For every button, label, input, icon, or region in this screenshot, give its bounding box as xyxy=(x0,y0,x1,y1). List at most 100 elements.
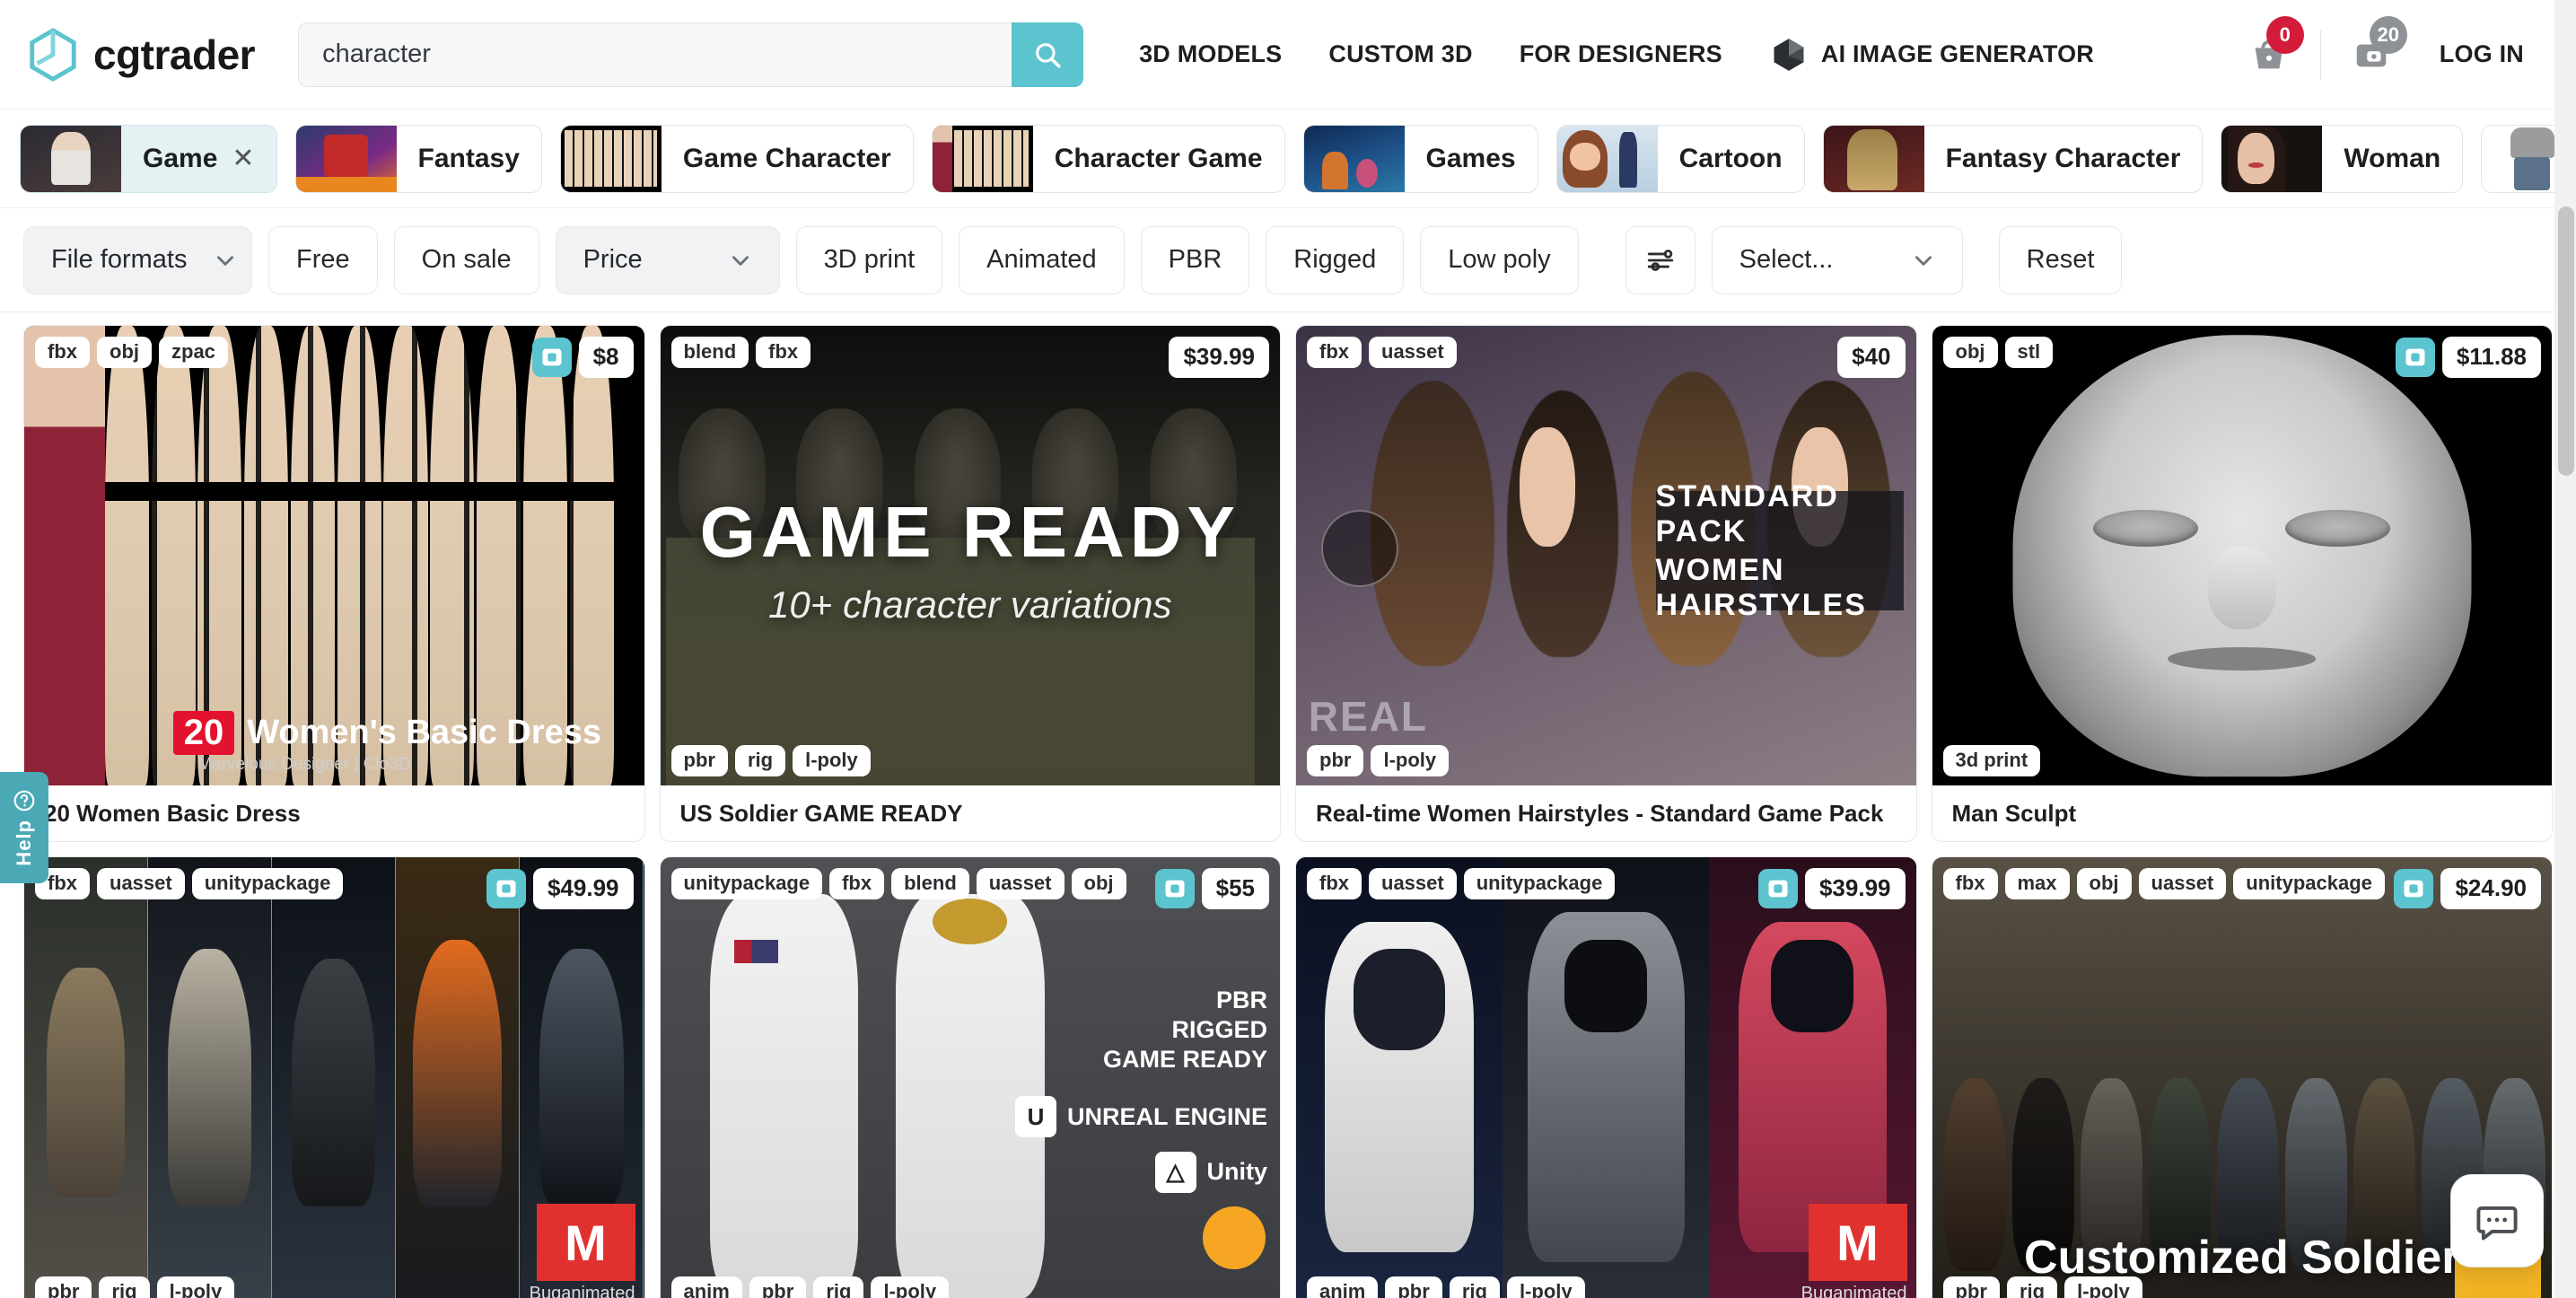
filter-price[interactable]: Price xyxy=(555,225,780,294)
category-chip-row[interactable]: Game ✕ Fantasy Game Character Character … xyxy=(0,110,2576,208)
feature-tag: rig xyxy=(734,744,786,776)
price-group: $39.99 xyxy=(1169,337,1269,378)
filter-free[interactable]: Free xyxy=(268,225,378,294)
chip-close-icon[interactable]: ✕ xyxy=(232,143,276,174)
format-tag: unitypackage xyxy=(1463,868,1616,900)
format-tag: fbx xyxy=(1307,868,1362,900)
advanced-filters-button[interactable] xyxy=(1625,225,1695,294)
artwork-subcaption: Buganimated xyxy=(1801,1284,1907,1298)
card-title[interactable]: Man Sculpt xyxy=(1932,785,2553,841)
card-thumbnail[interactable]: 20 Women's Basic Dress Marvelous Designe… xyxy=(24,326,644,785)
brand-logo-link[interactable]: cgtrader xyxy=(25,27,256,83)
nav-custom-3d[interactable]: CUSTOM 3D xyxy=(1305,40,1495,68)
filter-low-poly[interactable]: Low poly xyxy=(1420,225,1579,294)
filter-pbr[interactable]: PBR xyxy=(1140,225,1250,294)
search-bar xyxy=(298,22,1084,87)
artwork-subcaption: Marvelous Designer | Clo3D xyxy=(197,755,411,774)
chat-widget-button[interactable] xyxy=(2450,1174,2544,1267)
filter-on-sale-label: On sale xyxy=(421,245,512,274)
feature-tag: rig xyxy=(99,1276,150,1298)
card-artwork xyxy=(1503,857,1710,1298)
chip-fantasy-character[interactable]: Fantasy Character xyxy=(1822,124,2204,193)
format-tag: obj xyxy=(97,337,152,369)
artwork-subcaption: 10+ character variations xyxy=(768,583,1172,626)
unreal-engine-label: UNREAL ENGINE xyxy=(1066,1102,1267,1130)
chat-bubble-icon xyxy=(2476,1206,2518,1241)
result-card[interactable]: PBR RIGGED GAME READY U UNREAL ENGINE △ … xyxy=(659,856,1281,1298)
chip-label: Fantasy xyxy=(417,143,520,173)
artwork-caption: PBR xyxy=(1215,987,1267,1014)
card-thumbnail[interactable]: REAL STANDARD PACK WOMEN HAIRSTYLES fbx … xyxy=(1296,326,1916,785)
format-tag: uasset xyxy=(1369,868,1457,900)
sort-select[interactable]: Select... xyxy=(1711,225,1963,294)
search-input[interactable] xyxy=(298,22,1012,87)
card-title[interactable]: Real-time Women Hairstyles - Standard Ga… xyxy=(1296,785,1916,841)
format-tag: obj xyxy=(1942,337,1998,369)
filter-rigged[interactable]: Rigged xyxy=(1266,225,1405,294)
card-title[interactable]: 20 Women Basic Dress xyxy=(24,785,644,841)
format-tag: fbx xyxy=(1307,337,1362,369)
cgtrader-exclusive-icon xyxy=(531,338,572,377)
result-card[interactable]: M Buganimated fbx uasset unitypackage pb… xyxy=(23,856,645,1298)
card-artwork xyxy=(396,857,521,1298)
card-artwork xyxy=(24,857,149,1298)
filter-animated[interactable]: Animated xyxy=(959,225,1125,294)
nav-3d-models[interactable]: 3D MODELS xyxy=(1116,40,1305,68)
card-artwork xyxy=(1932,326,2553,785)
card-thumbnail[interactable]: M Buganimated fbx uasset unitypackage an… xyxy=(1296,857,1916,1298)
cgtrader-exclusive-icon xyxy=(2394,869,2434,908)
card-thumbnail[interactable]: M Buganimated fbx uasset unitypackage pb… xyxy=(24,857,644,1298)
format-tag: blend xyxy=(670,337,749,369)
format-tag: unitypackage xyxy=(191,868,344,900)
chip-game[interactable]: Game ✕ xyxy=(20,124,277,193)
result-card[interactable]: M Buganimated fbx uasset unitypackage an… xyxy=(1295,856,1917,1298)
card-thumbnail[interactable]: PBR RIGGED GAME READY U UNREAL ENGINE △ … xyxy=(660,857,1280,1298)
feature-tag: anim xyxy=(1307,1276,1379,1298)
nav-for-designers[interactable]: FOR DESIGNERS xyxy=(1496,40,1746,68)
results-grid: 20 Women's Basic Dress Marvelous Designe… xyxy=(0,325,2576,1298)
result-card[interactable]: 20 Women's Basic Dress Marvelous Designe… xyxy=(23,325,645,842)
chip-game-character[interactable]: Game Character xyxy=(559,124,914,193)
artwork-subcaption: Buganimated xyxy=(529,1284,635,1298)
chip-character-game[interactable]: Character Game xyxy=(931,124,1285,193)
notifications-button[interactable]: 20 xyxy=(2328,15,2416,75)
artwork-caption-group: PBR RIGGED GAME READY xyxy=(1103,986,1267,1074)
card-thumbnail[interactable]: GAME READY 10+ character variations blen… xyxy=(660,326,1280,785)
feature-tag: l-poly xyxy=(2064,1276,2142,1298)
login-button[interactable]: LOG IN xyxy=(2416,40,2540,68)
chip-woman[interactable]: Woman xyxy=(2221,124,2464,193)
format-tag-row: fbx max obj uasset unitypackage xyxy=(1942,868,2385,900)
filter-on-sale[interactable]: On sale xyxy=(393,225,539,294)
result-card[interactable]: obj stl 3d print $11.88 Man Sculpt xyxy=(1931,325,2553,842)
feature-tag: rig xyxy=(2006,1276,2058,1298)
format-tag: uasset xyxy=(976,868,1065,900)
feature-tag-row: 3d print xyxy=(1942,744,2041,776)
search-button[interactable] xyxy=(1012,22,1084,87)
result-card[interactable]: REAL STANDARD PACK WOMEN HAIRSTYLES fbx … xyxy=(1295,325,1917,842)
filter-3d-print[interactable]: 3D print xyxy=(795,225,943,294)
filter-file-formats[interactable]: File formats xyxy=(23,225,252,294)
chip-cartoon[interactable]: Cartoon xyxy=(1555,124,1805,193)
filter-rigged-label: Rigged xyxy=(1293,245,1377,274)
chip-games[interactable]: Games xyxy=(1302,124,1538,193)
feature-tag: pbr xyxy=(1307,744,1364,776)
chip-label: Game Character xyxy=(682,143,891,173)
scrollbar-thumb[interactable] xyxy=(2558,206,2574,476)
card-thumbnail[interactable]: obj stl 3d print $11.88 xyxy=(1932,326,2553,785)
artwork-caption: STANDARD PACK xyxy=(1655,478,1839,548)
artwork-caption-3: GAME READY xyxy=(1102,1046,1267,1074)
nav-ai-image-generator[interactable]: AI IMAGE GENERATOR xyxy=(1746,35,2094,75)
price-group: $39.99 xyxy=(1757,868,1906,909)
artwork-caption-group: STANDARD PACK WOMEN HAIRSTYLES xyxy=(1655,479,1904,622)
page-scrollbar[interactable] xyxy=(2554,0,2576,1298)
result-card[interactable]: GAME READY 10+ character variations blen… xyxy=(659,325,1281,842)
chip-thumbnail xyxy=(1556,125,1658,192)
help-tab-button[interactable]: Help xyxy=(0,772,48,883)
card-title[interactable]: US Soldier GAME READY xyxy=(661,785,1281,841)
reset-filters-button[interactable]: Reset xyxy=(1998,225,2123,294)
format-tag: max xyxy=(2004,868,2070,900)
header-actions: 0 20 LOG IN xyxy=(2225,15,2549,80)
cart-button[interactable]: 0 xyxy=(2225,15,2313,75)
cgtrader-exclusive-icon xyxy=(2395,338,2435,377)
chip-fantasy[interactable]: Fantasy xyxy=(294,124,542,193)
